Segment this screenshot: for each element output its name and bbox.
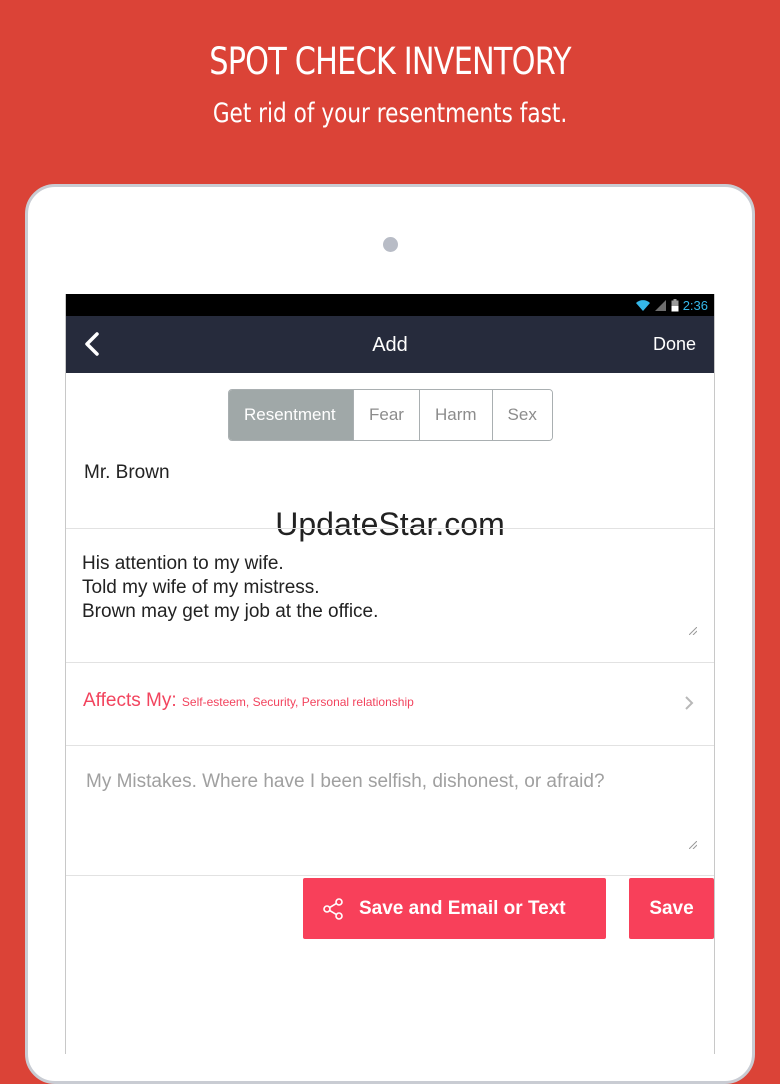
status-time: 2:36 <box>682 297 708 313</box>
description-line: Told my wife of my mistress. <box>82 577 320 598</box>
signal-icon <box>654 299 666 311</box>
affects-values: Self-esteem, Security, Personal relation… <box>181 695 414 709</box>
save-and-email-button[interactable]: Save and Email or Text <box>303 878 606 939</box>
promo-title: SPOT CHECK INVENTORY <box>209 40 571 83</box>
tab-harm[interactable]: Harm <box>418 390 492 440</box>
name-field[interactable]: Mr. Brown <box>84 462 170 484</box>
promo-subtitle: Get rid of your resentments fast. <box>212 98 568 129</box>
tab-resentment[interactable]: Resentment <box>229 390 353 440</box>
device-screen: 2:36 Add Done Resentment Fear Harm Sex M… <box>65 294 715 1054</box>
category-segmented-control: Resentment Fear Harm Sex <box>228 389 553 441</box>
status-bar: 2:36 <box>66 294 714 316</box>
resize-handle-icon[interactable] <box>689 627 697 635</box>
affects-label: Affects My: <box>83 690 177 711</box>
page-title: Add <box>372 334 408 356</box>
divider <box>66 875 714 876</box>
app-bar: Add Done <box>66 316 714 373</box>
description-line: His attention to my wife. <box>82 553 284 574</box>
tab-fear[interactable]: Fear <box>353 390 419 440</box>
save-button[interactable]: Save <box>629 878 714 939</box>
description-line: Brown may get my job at the office. <box>82 601 379 622</box>
mistakes-textarea[interactable]: My Mistakes. Where have I been selfish, … <box>86 771 605 793</box>
battery-icon <box>671 298 679 311</box>
save-and-email-label: Save and Email or Text <box>359 897 566 919</box>
share-icon <box>323 897 343 920</box>
affects-row[interactable]: Affects My: Self-esteem, Security, Perso… <box>83 690 414 712</box>
chevron-right-icon[interactable] <box>682 694 696 712</box>
resize-handle-icon[interactable] <box>689 841 697 849</box>
watermark: UpdateStar.com <box>275 506 505 542</box>
divider <box>66 745 714 746</box>
divider <box>66 528 714 529</box>
camera-dot <box>383 237 398 252</box>
divider <box>66 662 714 663</box>
wifi-icon <box>635 299 650 311</box>
done-button[interactable]: Done <box>653 334 696 355</box>
description-textarea[interactable]: His attention to my wife. Told my wife o… <box>82 552 378 624</box>
tab-sex[interactable]: Sex <box>491 390 552 440</box>
